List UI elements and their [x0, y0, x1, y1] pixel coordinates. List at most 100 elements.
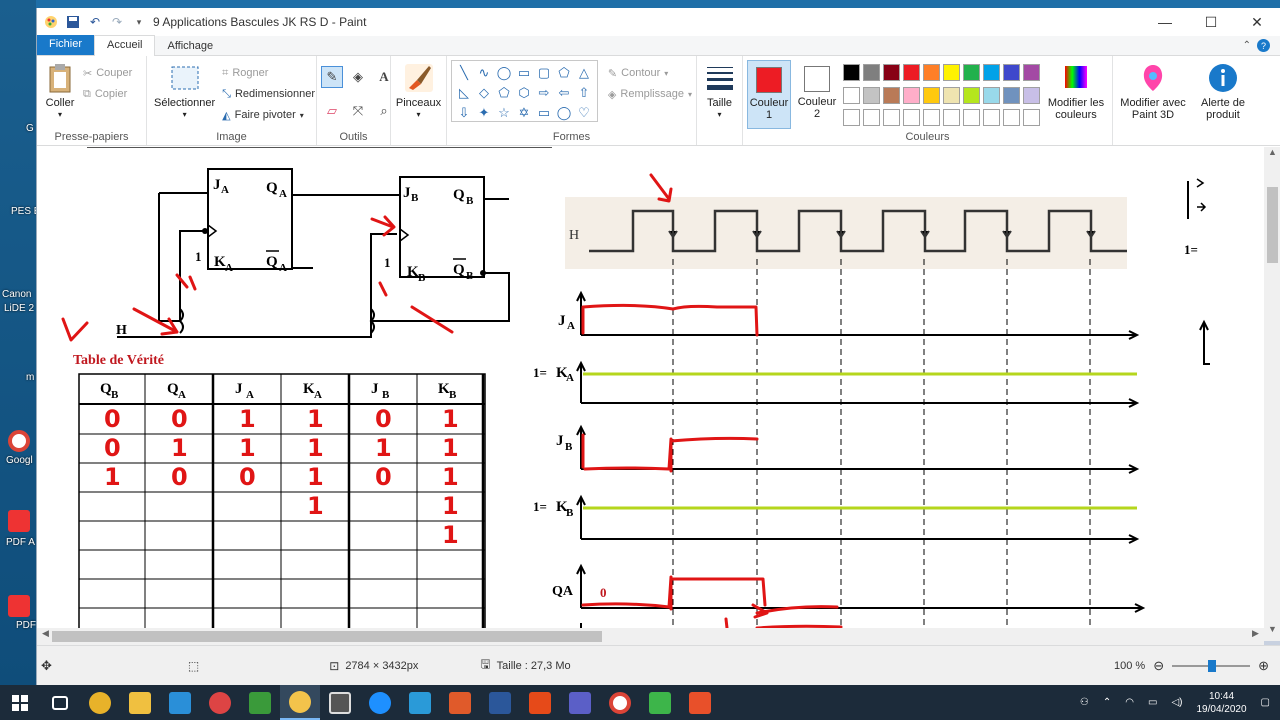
close-button[interactable]: ✕	[1234, 8, 1280, 36]
palette-color-swatch[interactable]	[843, 109, 860, 127]
rotate-button[interactable]: ◭ Faire pivoter ▾	[222, 106, 315, 124]
palette-color-swatch[interactable]	[1023, 86, 1040, 104]
polygon-shape-icon[interactable]: ⬠	[555, 64, 573, 82]
shapes-gallery[interactable]: ╲ ∿ ◯ ▭ ▢ ⬠ △ ◺ ◇ ⬠ ⬡ ⇨ ⇦ ⇧ ⇩ ✦ ☆ ✡ ▭ ◯	[451, 60, 598, 122]
desktop-label[interactable]: Googl	[6, 455, 33, 466]
notifications-icon[interactable]: ▢	[1261, 697, 1270, 708]
desktop-label[interactable]: PES E	[11, 206, 36, 217]
palette-color-swatch[interactable]	[1023, 64, 1040, 81]
show-hidden-icons-icon[interactable]: ⌃	[1103, 697, 1111, 708]
palette-color-swatch[interactable]	[943, 64, 960, 81]
palette-color-swatch[interactable]	[983, 86, 1000, 104]
taskbar-app[interactable]	[560, 685, 600, 720]
google-chrome-icon[interactable]	[8, 430, 30, 452]
collapse-ribbon-icon[interactable]: ⌃	[1243, 40, 1251, 51]
desktop-label[interactable]: G	[26, 123, 34, 134]
palette-color-swatch[interactable]	[883, 109, 900, 127]
zoom-slider[interactable]	[1172, 659, 1251, 672]
volume-icon[interactable]: ◁)	[1171, 697, 1182, 708]
scroll-right-icon[interactable]: ▶	[1247, 628, 1264, 645]
taskbar-app[interactable]	[160, 685, 200, 720]
taskbar-app[interactable]	[680, 685, 720, 720]
desktop-label[interactable]: m	[26, 372, 34, 383]
taskbar-app[interactable]	[320, 685, 360, 720]
drawing-canvas[interactable]: J A Q A K A Q A 1 J B Q B K B Q B 1 H Ta…	[37, 147, 1264, 628]
minimize-button[interactable]: —	[1142, 8, 1188, 36]
palette-color-swatch[interactable]	[863, 86, 880, 104]
product-alert-button[interactable]: Alerte de produit	[1194, 60, 1252, 129]
taskbar-app[interactable]	[120, 685, 160, 720]
rectangle-shape-icon[interactable]: ▭	[515, 64, 533, 82]
taskbar-app[interactable]	[400, 685, 440, 720]
pencil-icon[interactable]: ✎	[321, 66, 343, 88]
scroll-up-icon[interactable]: ▲	[1264, 147, 1280, 164]
pdf-file-icon[interactable]	[8, 595, 30, 617]
people-icon[interactable]: ⚇	[1080, 697, 1089, 708]
zoom-out-icon[interactable]: ⊖	[1153, 658, 1164, 674]
copy-button[interactable]: ⧉ Copier	[83, 85, 132, 103]
palette-color-swatch[interactable]	[1003, 64, 1020, 81]
five-point-star-icon[interactable]: ☆	[495, 104, 513, 122]
left-arrow-shape-icon[interactable]: ⇦	[555, 84, 573, 102]
palette-color-swatch[interactable]	[1023, 109, 1040, 127]
eraser-icon[interactable]: ▱	[321, 100, 343, 122]
customize-qat-icon[interactable]: ▾	[131, 14, 147, 30]
battery-icon[interactable]: ▭	[1148, 697, 1157, 708]
help-icon[interactable]: ?	[1257, 39, 1270, 52]
select-button[interactable]: Sélectionner ▾	[151, 60, 218, 129]
task-view-button[interactable]	[40, 685, 80, 720]
color-picker-icon[interactable]: ⤧	[347, 100, 369, 122]
maximize-button[interactable]: ☐	[1188, 8, 1234, 36]
save-icon[interactable]	[65, 14, 81, 30]
right-arrow-shape-icon[interactable]: ⇨	[535, 84, 553, 102]
pdf-file-icon[interactable]	[8, 510, 30, 532]
palette-color-swatch[interactable]	[1003, 86, 1020, 104]
taskbar-app[interactable]	[360, 685, 400, 720]
brushes-button[interactable]: Pinceaux ▾	[393, 60, 444, 129]
taskbar-app[interactable]	[80, 685, 120, 720]
tab-view[interactable]: Affichage	[155, 37, 225, 55]
taskbar-app[interactable]	[200, 685, 240, 720]
desktop-label[interactable]: PDF	[16, 620, 36, 631]
palette-color-swatch[interactable]	[843, 86, 860, 104]
rounded-rectangle-shape-icon[interactable]: ▢	[535, 64, 553, 82]
size-button[interactable]: Taille ▾	[701, 60, 739, 129]
up-arrow-shape-icon[interactable]: ⇧	[575, 84, 593, 102]
palette-color-swatch[interactable]	[1003, 109, 1020, 127]
palette-color-swatch[interactable]	[863, 109, 880, 127]
palette-color-swatch[interactable]	[863, 64, 880, 81]
zoom-slider-thumb[interactable]	[1208, 659, 1217, 672]
paste-button[interactable]: Coller ▾	[41, 60, 79, 129]
clock[interactable]: 10:44 19/04/2020	[1196, 690, 1246, 716]
paint3d-button[interactable]: Modifier avec Paint 3D	[1114, 60, 1192, 129]
horizontal-scroll-thumb[interactable]	[52, 631, 602, 642]
start-button[interactable]	[0, 685, 40, 720]
callout-shape-icon[interactable]: ▭	[535, 104, 553, 122]
vertical-scroll-thumb[interactable]	[1267, 187, 1278, 263]
palette-color-swatch[interactable]	[923, 109, 940, 127]
wifi-icon[interactable]: ◠	[1125, 697, 1134, 708]
right-triangle-shape-icon[interactable]: ◺	[455, 84, 473, 102]
oval-shape-icon[interactable]: ◯	[495, 64, 513, 82]
palette-color-swatch[interactable]	[883, 86, 900, 104]
fill-bucket-icon[interactable]: ◈	[347, 66, 369, 88]
taskbar-app[interactable]	[240, 685, 280, 720]
paint-app-icon[interactable]	[43, 14, 59, 30]
cut-button[interactable]: ✂ Couper	[83, 64, 132, 82]
palette-color-swatch[interactable]	[983, 64, 1000, 81]
redo-icon[interactable]: ↷	[109, 14, 125, 30]
oval-callout-shape-icon[interactable]: ◯	[555, 104, 573, 122]
palette-color-swatch[interactable]	[903, 109, 920, 127]
taskbar-app-active[interactable]	[280, 685, 320, 720]
palette-color-swatch[interactable]	[843, 64, 860, 81]
edit-colors-button[interactable]: Modifier les couleurs	[1044, 60, 1108, 129]
desktop-label[interactable]: LiDE 2	[4, 303, 34, 314]
down-arrow-shape-icon[interactable]: ⇩	[455, 104, 473, 122]
taskbar-app[interactable]	[520, 685, 560, 720]
six-point-star-icon[interactable]: ✡	[515, 104, 533, 122]
color1-button[interactable]: Couleur 1	[747, 60, 791, 129]
desktop-label[interactable]: PDF A	[6, 537, 35, 548]
palette-color-swatch[interactable]	[903, 64, 920, 81]
zoom-in-icon[interactable]: ⊕	[1258, 658, 1269, 674]
curve-shape-icon[interactable]: ∿	[475, 64, 493, 82]
